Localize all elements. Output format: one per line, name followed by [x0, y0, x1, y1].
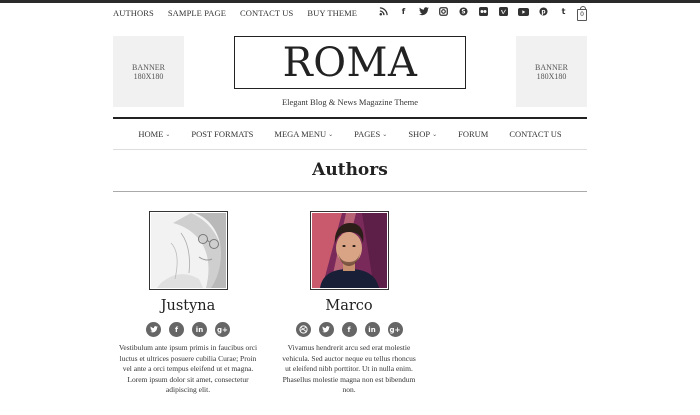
author-social-links: f in g+ [108, 322, 268, 337]
banner-right-line2: 180X180 [536, 71, 567, 81]
banner-left-line1: BANNER [132, 62, 165, 72]
page-title: Authors [312, 160, 388, 180]
top-nav: AUTHORS SAMPLE PAGE CONTACT US BUY THEME [113, 8, 357, 18]
author-social-links: f in g+ [269, 322, 429, 337]
chevron-down-icon: ⌄ [382, 131, 388, 138]
author-card: Marco f in g+ Vivamus hendrerit arcu sed… [269, 211, 429, 396]
nav-divider-top [113, 117, 587, 119]
author-card: Justyna f in g+ Vestibulum ante ipsum pr… [108, 211, 268, 396]
facebook-icon[interactable]: f [169, 322, 184, 337]
top-nav-buy-theme[interactable]: BUY THEME [307, 8, 357, 18]
top-nav-contact-us[interactable]: CONTACT US [240, 8, 293, 18]
dribbble-icon[interactable] [295, 322, 311, 337]
site-tagline: Elegant Blog & News Magazine Theme [281, 97, 419, 107]
rss-icon[interactable] [378, 6, 389, 17]
nav-item-label: CONTACT US [509, 129, 562, 139]
google-plus-icon[interactable]: g+ [387, 322, 403, 337]
vimeo-icon[interactable] [498, 6, 509, 17]
nav-item-label: MEGA MENU [274, 129, 327, 139]
linkedin-icon[interactable]: in [364, 322, 380, 337]
nav-item-mega-menu[interactable]: MEGA MENU ⌄ [274, 129, 333, 139]
facebook-icon[interactable]: f [341, 322, 357, 337]
nav-item-forum[interactable]: FORUM [458, 129, 488, 139]
nav-item-pages[interactable]: PAGES ⌄ [354, 129, 387, 139]
twitter-icon[interactable] [318, 322, 334, 337]
facebook-icon[interactable]: f [398, 6, 409, 17]
nav-item-label: SHOP [408, 129, 431, 139]
author-name[interactable]: Justyna [108, 298, 268, 314]
nav-item-label: HOME [138, 129, 164, 139]
nav-item-post-formats[interactable]: POST FORMATS [191, 129, 253, 139]
top-nav-authors[interactable]: AUTHORS [113, 8, 154, 18]
logo-text: ROMA [282, 39, 418, 86]
banner-left-line2: 180X180 [133, 71, 164, 81]
nav-item-shop[interactable]: SHOP ⌄ [408, 129, 437, 139]
youtube-icon[interactable] [518, 6, 529, 17]
svg-text:S: S [461, 10, 465, 16]
top-nav-sample-page[interactable]: SAMPLE PAGE [168, 8, 226, 18]
author-bio: Vivamus hendrerit arcu sed erat molestie… [282, 343, 416, 394]
cart-icon[interactable]: 0 [577, 6, 587, 21]
nav-item-contact-us[interactable]: CONTACT US [509, 129, 561, 139]
twitter-icon[interactable] [418, 6, 429, 17]
nav-item-home[interactable]: HOME ⌄ [138, 129, 170, 139]
twitter-icon[interactable] [146, 322, 161, 337]
chevron-down-icon: ⌄ [432, 131, 438, 138]
avatar [311, 213, 387, 288]
svg-text:p: p [541, 10, 545, 16]
main-nav: HOME ⌄ POST FORMATS MEGA MENU ⌄ PAGES ⌄ SHO… [113, 129, 587, 139]
author-name[interactable]: Marco [269, 298, 429, 314]
instagram-icon[interactable] [438, 6, 449, 17]
nav-item-label: PAGES [354, 129, 381, 139]
author-photo[interactable] [309, 211, 389, 290]
flickr-icon[interactable] [478, 6, 489, 17]
tumblr-icon[interactable]: t [558, 6, 569, 17]
linkedin-icon[interactable]: in [192, 322, 207, 337]
author-bio: Vestibulum ante ipsum primis in faucibus… [118, 343, 258, 394]
avatar [150, 213, 226, 288]
site-logo[interactable]: ROMA [234, 36, 466, 89]
nav-divider-bottom [113, 149, 587, 150]
banner-right-line1: BANNER [535, 62, 568, 72]
social-links: f S p t [378, 6, 569, 17]
pinterest-icon[interactable]: p [538, 6, 549, 17]
skype-icon[interactable]: S [458, 6, 469, 17]
google-plus-icon[interactable]: g+ [215, 322, 230, 337]
nav-item-label: FORUM [458, 129, 489, 139]
top-bar: AUTHORS SAMPLE PAGE CONTACT US BUY THEME… [0, 3, 700, 25]
nav-item-label: POST FORMATS [191, 129, 254, 139]
chevron-down-icon: ⌄ [328, 131, 334, 138]
author-photo[interactable] [148, 211, 228, 290]
chevron-down-icon: ⌄ [165, 131, 171, 138]
title-divider [113, 191, 587, 192]
